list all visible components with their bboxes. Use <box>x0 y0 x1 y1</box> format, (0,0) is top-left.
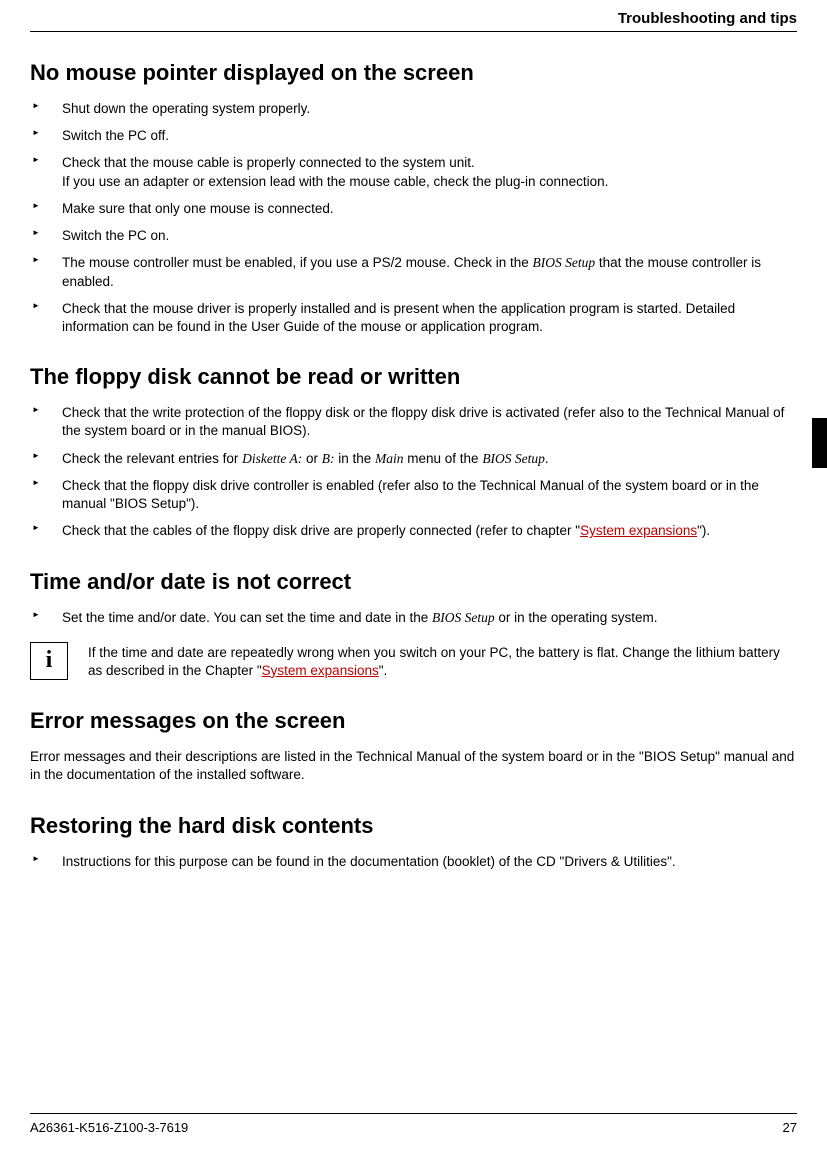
info-box: i If the time and date are repeatedly wr… <box>30 642 797 680</box>
link-system-expansions[interactable]: System expansions <box>262 663 379 678</box>
text: ". <box>379 663 388 678</box>
text: If you use an adapter or extension lead … <box>62 174 608 189</box>
info-icon: i <box>30 642 68 680</box>
list-item: The mouse controller must be enabled, if… <box>30 254 797 290</box>
link-system-expansions[interactable]: System expansions <box>580 523 697 538</box>
list-item: Switch the PC on. <box>30 227 797 245</box>
header-title: Troubleshooting and tips <box>618 10 797 27</box>
heading-floppy: The floppy disk cannot be read or writte… <box>30 364 797 390</box>
italic-text: Diskette A: <box>242 451 302 466</box>
footer-page-num: 27 <box>783 1120 797 1135</box>
heading-error-messages: Error messages on the screen <box>30 708 797 734</box>
heading-no-mouse: No mouse pointer displayed on the screen <box>30 60 797 86</box>
list-item: Check that the cables of the floppy disk… <box>30 522 797 540</box>
text: Check the relevant entries for <box>62 451 242 466</box>
heading-restoring: Restoring the hard disk contents <box>30 813 797 839</box>
page-footer: A26361-K516-Z100-3-7619 27 <box>30 1113 797 1135</box>
list-item: Check that the mouse driver is properly … <box>30 300 797 336</box>
italic-text: BIOS Setup <box>482 451 545 466</box>
list-item: Shut down the operating system properly. <box>30 100 797 118</box>
info-text: If the time and date are repeatedly wron… <box>88 642 797 680</box>
italic-text: B: <box>322 451 335 466</box>
footer-doc-id: A26361-K516-Z100-3-7619 <box>30 1120 188 1135</box>
list-time-date: Set the time and/or date. You can set th… <box>30 609 797 627</box>
list-item: Instructions for this purpose can be fou… <box>30 853 797 871</box>
text: Check that the cables of the floppy disk… <box>62 523 580 538</box>
list-item: Check that the write protection of the f… <box>30 404 797 440</box>
list-item: Set the time and/or date. You can set th… <box>30 609 797 627</box>
text: in the <box>334 451 375 466</box>
list-item: Check that the floppy disk drive control… <box>30 477 797 513</box>
text: or in the operating system. <box>495 610 658 625</box>
italic-text: Main <box>375 451 404 466</box>
section-tab-marker <box>812 418 827 468</box>
list-floppy: Check that the write protection of the f… <box>30 404 797 540</box>
page-header: Troubleshooting and tips <box>30 10 797 32</box>
text: Set the time and/or date. You can set th… <box>62 610 432 625</box>
list-item: Check that the mouse cable is properly c… <box>30 154 797 190</box>
text: "). <box>697 523 710 538</box>
list-item: Check the relevant entries for Diskette … <box>30 450 797 468</box>
text: The mouse controller must be enabled, if… <box>62 255 533 270</box>
text: or <box>302 451 322 466</box>
list-restoring: Instructions for this purpose can be fou… <box>30 853 797 871</box>
text: Check that the mouse cable is properly c… <box>62 155 475 170</box>
list-item: Make sure that only one mouse is connect… <box>30 200 797 218</box>
text: If the time and date are repeatedly wron… <box>88 645 780 678</box>
page-content: Troubleshooting and tips No mouse pointe… <box>0 0 827 900</box>
italic-text: BIOS Setup <box>432 610 495 625</box>
paragraph-error-messages: Error messages and their descriptions ar… <box>30 748 797 784</box>
text: . <box>545 451 549 466</box>
heading-time-date: Time and/or date is not correct <box>30 569 797 595</box>
italic-text: BIOS Setup <box>533 255 596 270</box>
text: menu of the <box>404 451 483 466</box>
list-item: Switch the PC off. <box>30 127 797 145</box>
list-no-mouse: Shut down the operating system properly.… <box>30 100 797 336</box>
